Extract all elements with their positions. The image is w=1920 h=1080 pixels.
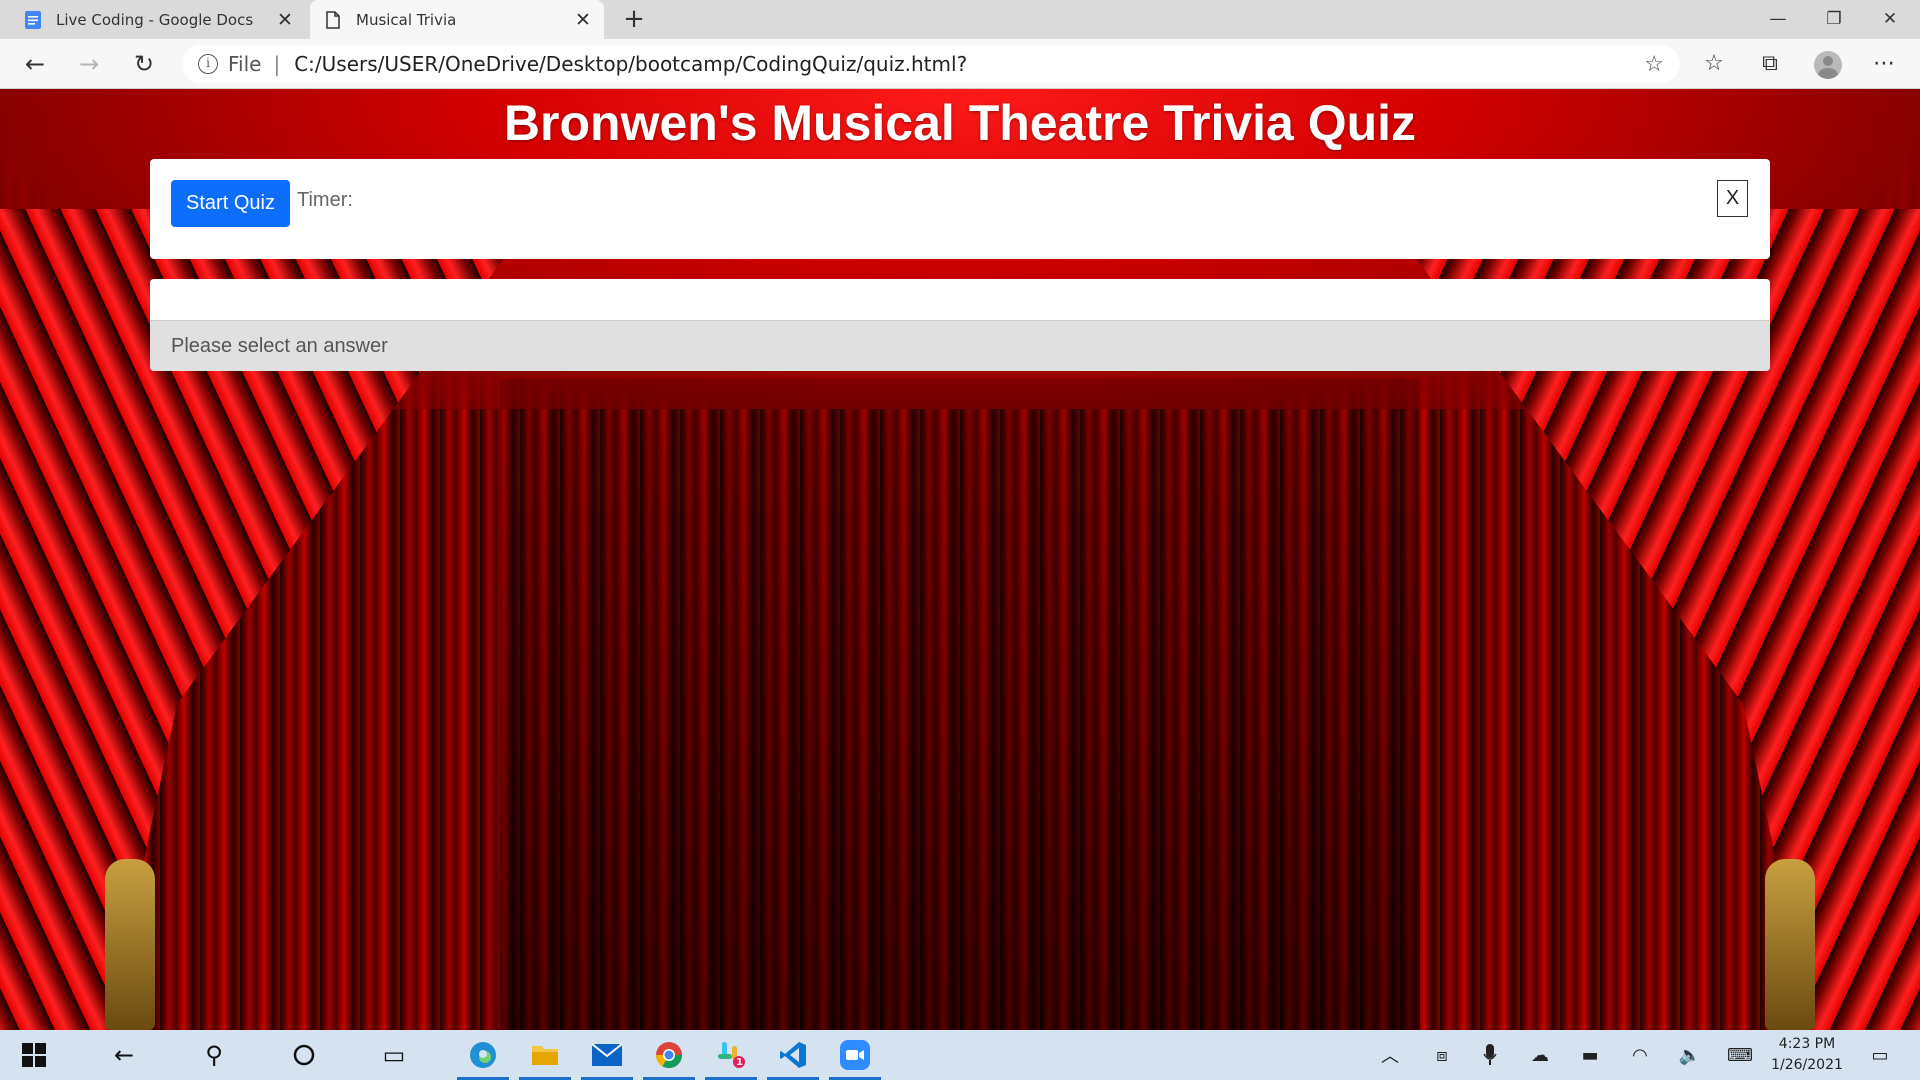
timer-label: Timer: xyxy=(297,189,353,211)
battery-icon[interactable]: ▬ xyxy=(1570,1030,1610,1080)
file-explorer-icon[interactable] xyxy=(517,1030,573,1080)
start-quiz-button[interactable]: Start Quiz xyxy=(171,180,290,227)
favorites-icon[interactable]: ☆ xyxy=(1696,48,1732,82)
taskbar: ← ⚲ ▭ 1 ︿ ⧈ ☁ ▬ ◠ 🔈 ⌨ 4:23 PM 1/26/2021 … xyxy=(0,1030,1920,1080)
tassel-left xyxy=(105,859,155,1030)
close-icon[interactable]: ✕ xyxy=(274,9,296,31)
tab-musical-trivia[interactable]: Musical Trivia ✕ xyxy=(310,0,604,39)
url-separator: | xyxy=(273,52,281,76)
address-bar: ← → ↻ i File | C:/Users/USER/OneDrive/De… xyxy=(0,39,1920,89)
notifications-icon[interactable]: ▭ xyxy=(1860,1030,1900,1080)
minimize-icon[interactable]: — xyxy=(1750,0,1806,39)
question-text xyxy=(150,279,1770,320)
page-icon xyxy=(324,10,342,29)
clock-date: 1/26/2021 xyxy=(1771,1057,1843,1073)
quiz-controls-card: Start Quiz Timer: X xyxy=(150,159,1770,259)
onedrive-icon[interactable]: ☁ xyxy=(1520,1030,1560,1080)
cortana-icon[interactable] xyxy=(276,1030,332,1080)
close-button[interactable]: X xyxy=(1717,180,1748,217)
forward-arrow-icon[interactable]: → xyxy=(72,48,106,82)
clock-time: 4:23 PM xyxy=(1778,1036,1836,1052)
slack-badge: 1 xyxy=(736,1057,743,1068)
microphone-icon[interactable] xyxy=(1470,1030,1510,1080)
refresh-icon[interactable]: ↻ xyxy=(127,48,161,82)
new-tab-icon[interactable]: + xyxy=(618,4,650,36)
page-viewport: Bronwen's Musical Theatre Trivia Quiz St… xyxy=(0,89,1920,1030)
meet-now-icon[interactable]: ⧈ xyxy=(1422,1030,1462,1080)
tab-title: Live Coding - Google Docs xyxy=(56,10,254,29)
close-icon[interactable]: ✕ xyxy=(572,9,594,31)
curtain-center xyxy=(500,379,1420,1030)
back-icon[interactable]: ← xyxy=(96,1030,152,1080)
windows-start-icon[interactable] xyxy=(6,1030,62,1080)
edge-icon[interactable] xyxy=(455,1030,511,1080)
url-field[interactable]: i File | C:/Users/USER/OneDrive/Desktop/… xyxy=(182,45,1680,83)
slack-icon[interactable]: 1 xyxy=(703,1030,759,1080)
more-options-icon[interactable]: ⋯ xyxy=(1866,48,1902,82)
tab-google-docs[interactable]: Live Coding - Google Docs ✕ xyxy=(10,0,306,39)
url-scheme: File xyxy=(228,52,262,76)
tab-title: Musical Trivia xyxy=(356,10,457,29)
page-title: Bronwen's Musical Theatre Trivia Quiz xyxy=(503,95,1417,151)
mail-icon[interactable] xyxy=(579,1030,635,1080)
tassel-right xyxy=(1765,859,1815,1030)
chrome-icon[interactable] xyxy=(641,1030,697,1080)
vscode-icon[interactable] xyxy=(765,1030,821,1080)
back-arrow-icon[interactable]: ← xyxy=(18,48,52,82)
info-icon[interactable]: i xyxy=(198,54,218,74)
tab-strip: Live Coding - Google Docs ✕ Musical Triv… xyxy=(0,0,1920,39)
wifi-icon[interactable]: ◠ xyxy=(1620,1030,1660,1080)
task-view-icon[interactable]: ▭ xyxy=(366,1030,422,1080)
window-close-icon[interactable]: ✕ xyxy=(1862,0,1918,39)
volume-icon[interactable]: 🔈 xyxy=(1670,1030,1710,1080)
keyboard-icon[interactable]: ⌨ xyxy=(1720,1030,1760,1080)
zoom-icon[interactable] xyxy=(827,1030,883,1080)
profile-avatar[interactable] xyxy=(1814,51,1842,79)
google-docs-icon xyxy=(24,10,42,29)
answer-prompt: Please select an answer xyxy=(150,320,1770,371)
url-text: C:/Users/USER/OneDrive/Desktop/bootcamp/… xyxy=(294,52,968,76)
question-card: Please select an answer xyxy=(150,279,1770,371)
show-hidden-icons-icon[interactable]: ︿ xyxy=(1370,1030,1410,1080)
restore-icon[interactable]: ❐ xyxy=(1806,0,1862,39)
add-favorite-icon[interactable]: ☆ xyxy=(1644,52,1664,77)
clock[interactable]: 4:23 PM 1/26/2021 xyxy=(1757,1034,1857,1076)
collections-icon[interactable]: ⧉ xyxy=(1752,48,1788,82)
search-icon[interactable]: ⚲ xyxy=(186,1030,242,1080)
